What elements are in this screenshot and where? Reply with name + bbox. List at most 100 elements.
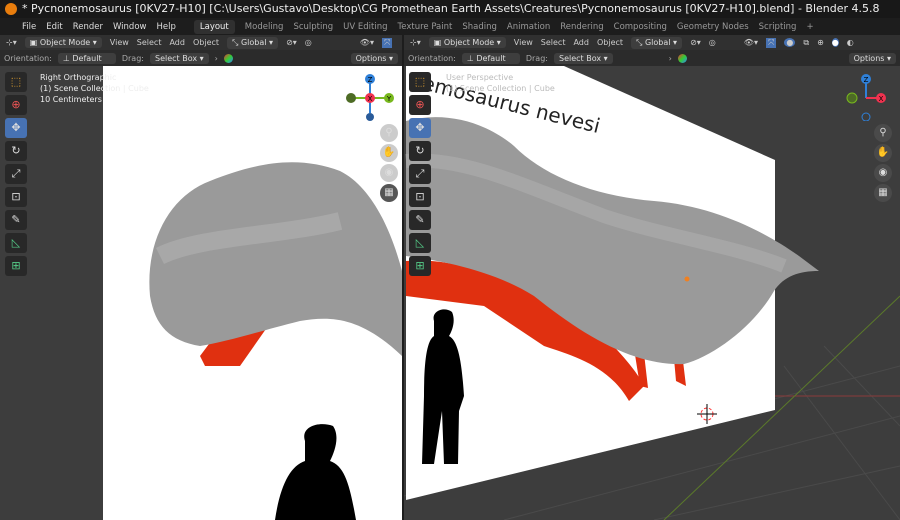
camera-view-icon[interactable]: ◉ [874, 164, 892, 182]
navigation-gizmo[interactable]: Z Y X [345, 71, 395, 121]
options-dropdown[interactable]: Options ▾ [350, 52, 398, 64]
menu-window[interactable]: Window [113, 22, 147, 32]
svg-text:Z: Z [864, 76, 869, 84]
menu-edit[interactable]: Edit [46, 22, 62, 32]
menu-select[interactable]: Select [541, 38, 566, 47]
zoom-icon[interactable]: ⚲ [874, 124, 892, 142]
camera-view-icon[interactable]: ◉ [380, 164, 398, 182]
expand-arrow-icon[interactable]: › [215, 54, 218, 63]
perspective-toggle-icon[interactable]: ▦ [874, 184, 892, 202]
tab-shading[interactable]: Shading [462, 22, 497, 32]
orientation-dropdown[interactable]: ⊥ Default [461, 52, 520, 64]
orientation-label: Orientation: [408, 53, 456, 63]
pan-hand-icon[interactable]: ✋ [874, 144, 892, 162]
tab-geometry-nodes[interactable]: Geometry Nodes [677, 22, 749, 32]
left-3d-viewport-area: ⊹▾ ▣ Object Mode ▾ View Select Add Objec… [0, 35, 402, 520]
transform-orientation-dropdown[interactable]: ⤡ Global ▾ [631, 36, 683, 49]
tab-animation[interactable]: Animation [507, 22, 550, 32]
orientation-label: Orientation: [4, 53, 52, 63]
material-shading-icon[interactable]: ◐ [847, 38, 854, 47]
viewport-header: ⊹▾ ▣ Object Mode ▾ View Select Add Objec… [404, 35, 900, 50]
menu-view[interactable]: View [514, 38, 533, 47]
cursor-tool-icon[interactable]: ⊕ [409, 95, 431, 115]
options-dropdown[interactable]: Options ▾ [848, 52, 896, 64]
gizmo-toggle-icon[interactable]: ⤧ [765, 37, 777, 48]
pan-hand-icon[interactable]: ✋ [380, 144, 398, 162]
select-box-tool-icon[interactable]: ⬚ [5, 72, 27, 92]
title-bar: * Pycnonemosaurus [0KV27-H10] [C:\Users\… [0, 0, 900, 33]
mode-dropdown[interactable]: ▣ Object Mode ▾ [24, 37, 102, 48]
editor-type-icon[interactable]: ⊹▾ [6, 38, 17, 47]
menu-add[interactable]: Add [169, 38, 185, 47]
drag-dropdown[interactable]: Select Box ▾ [149, 52, 209, 64]
menu-view[interactable]: View [110, 38, 129, 47]
viewport-canvas[interactable]: ⬚ ⊕ ✥ ↻ ⤢ ⊡ ✎ ◺ ⊞ Right Orthographic (1)… [0, 66, 402, 520]
orientation-dropdown[interactable]: ⊥ Default [57, 52, 116, 64]
scale-tool-icon[interactable]: ⤢ [5, 164, 27, 184]
select-box-tool-icon[interactable]: ⬚ [409, 72, 431, 92]
wireframe-shading-icon[interactable]: ⊕ [817, 38, 824, 47]
drag-label: Drag: [121, 53, 144, 63]
menu-render[interactable]: Render [73, 22, 103, 32]
menu-add[interactable]: Add [573, 38, 589, 47]
transform-orientation-dropdown[interactable]: ⤡ Global ▾ [227, 36, 279, 49]
blender-logo-icon [5, 3, 17, 15]
tab-modeling[interactable]: Modeling [245, 22, 284, 32]
gizmo-y-axis[interactable] [846, 92, 858, 104]
ortho-grid-icon[interactable]: ▦ [380, 184, 398, 202]
tab-compositing[interactable]: Compositing [614, 22, 667, 32]
expand-arrow-icon[interactable]: › [669, 54, 672, 63]
collection-info: (1) Scene Collection | Cube [446, 84, 555, 93]
add-cube-tool-icon[interactable]: ⊞ [409, 256, 431, 276]
view-name: Right Orthographic [40, 73, 117, 82]
mode-dropdown[interactable]: ▣ Object Mode ▾ [428, 37, 506, 48]
add-cube-tool-icon[interactable]: ⊞ [5, 256, 27, 276]
annotate-tool-icon[interactable]: ✎ [5, 210, 27, 230]
tab-sculpting[interactable]: Sculpting [293, 22, 333, 32]
right-scene: nemosaurus nevesi [404, 66, 900, 520]
zoom-icon[interactable]: ⚲ [380, 124, 398, 142]
measure-tool-icon[interactable]: ◺ [5, 233, 27, 253]
visibility-icon[interactable]: 👁▾ [744, 38, 758, 47]
solid-shading-icon[interactable]: ● [831, 38, 839, 47]
tool-settings-bar: Orientation: ⊥ Default Drag: Select Box … [404, 50, 900, 66]
tool-shelf: ⬚ ⊕ ✥ ↻ ⤢ ⊡ ✎ ◺ ⊞ [409, 72, 433, 276]
transform-tool-icon[interactable]: ⊡ [409, 187, 431, 207]
snap-icon[interactable]: ⊘▾ [690, 38, 701, 47]
move-tool-icon[interactable]: ✥ [5, 118, 27, 138]
xray-icon[interactable]: ⧉ [803, 38, 809, 48]
tab-layout[interactable]: Layout [193, 19, 235, 34]
proportional-edit-icon[interactable]: ◎ [709, 38, 716, 47]
tab-uv-editing[interactable]: UV Editing [343, 22, 387, 32]
measure-tool-icon[interactable]: ◺ [409, 233, 431, 253]
snap-icon[interactable]: ⊘▾ [286, 38, 297, 47]
viewport-canvas[interactable]: nemosaurus nevesi ⬚ ⊕ ✥ ↻ ⤢ ⊡ ✎ ◺ ⊞ User… [404, 66, 900, 520]
annotate-tool-icon[interactable]: ✎ [409, 210, 431, 230]
menu-select[interactable]: Select [137, 38, 162, 47]
right-3d-viewport-area: ⊹▾ ▣ Object Mode ▾ View Select Add Objec… [404, 35, 900, 520]
tab-texture-paint[interactable]: Texture Paint [398, 22, 453, 32]
add-workspace-button[interactable]: + [806, 22, 813, 32]
viewport-info: User Perspective (1) Scene Collection | … [446, 72, 555, 94]
visibility-icon[interactable]: 👁▾ [360, 38, 374, 47]
scale-tool-icon[interactable]: ⤢ [409, 164, 431, 184]
cursor-tool-icon[interactable]: ⊕ [5, 95, 27, 115]
proportional-edit-icon[interactable]: ◎ [305, 38, 312, 47]
rotate-tool-icon[interactable]: ↻ [5, 141, 27, 161]
editor-type-icon[interactable]: ⊹▾ [410, 38, 421, 47]
transform-tool-icon[interactable]: ⊡ [5, 187, 27, 207]
menu-file[interactable]: File [22, 22, 36, 32]
menu-object[interactable]: Object [597, 38, 623, 47]
active-tool-icon [677, 53, 687, 63]
tab-scripting[interactable]: Scripting [759, 22, 797, 32]
overlay-toggle-icon[interactable]: ● [784, 38, 796, 47]
menu-help[interactable]: Help [156, 22, 175, 32]
menu-object[interactable]: Object [193, 38, 219, 47]
navigation-gizmo[interactable]: Z X [844, 71, 894, 121]
rotate-tool-icon[interactable]: ↻ [409, 141, 431, 161]
tab-rendering[interactable]: Rendering [560, 22, 603, 32]
drag-dropdown[interactable]: Select Box ▾ [553, 52, 613, 64]
gizmo-toggle-icon[interactable]: ⤧ [381, 37, 393, 48]
move-tool-icon[interactable]: ✥ [409, 118, 431, 138]
svg-text:Z: Z [368, 76, 373, 84]
